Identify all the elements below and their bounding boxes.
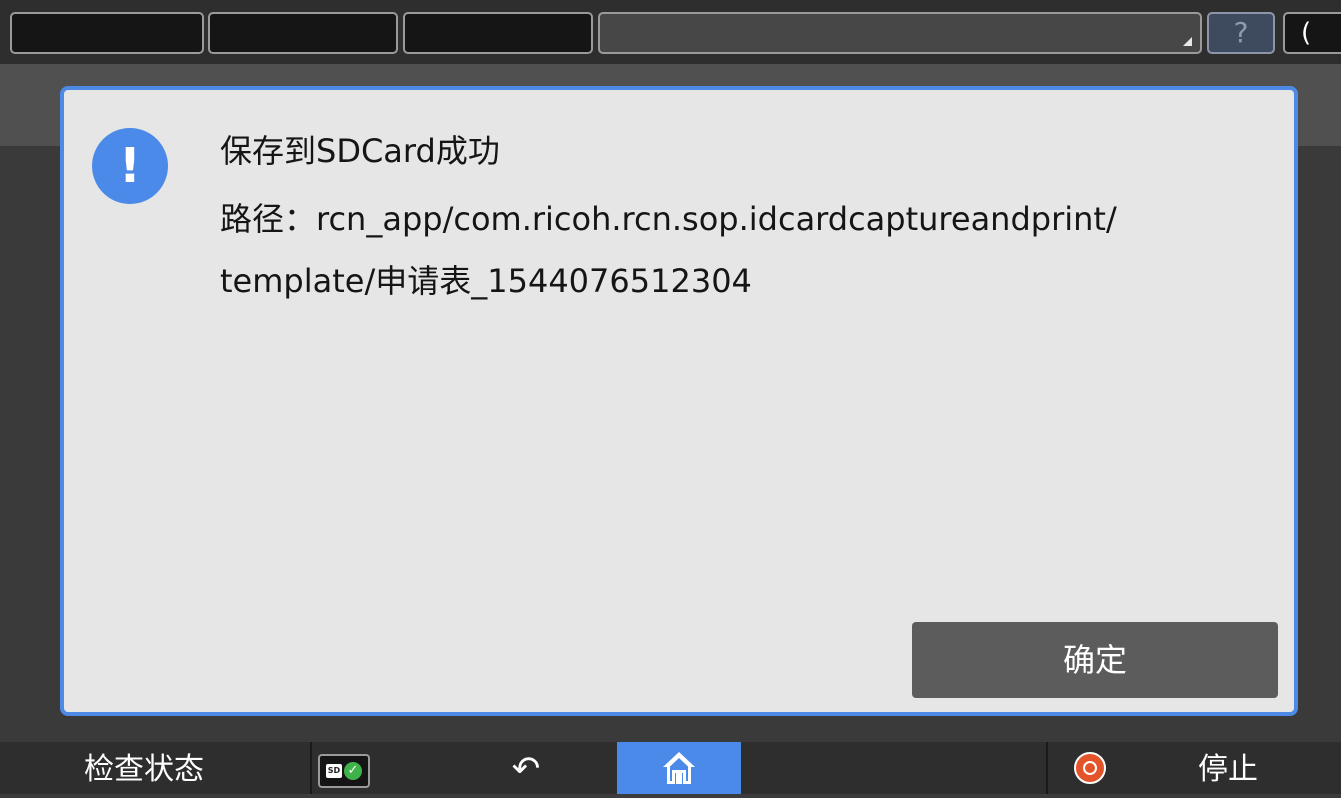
home-button[interactable] [617,742,741,794]
stop-button[interactable]: 停止 [1198,742,1258,794]
dialog-title: 保存到SDCard成功 [220,132,500,170]
back-arrow-icon: ↶ [511,749,541,789]
message-area[interactable] [598,12,1202,54]
divider [310,742,312,794]
ok-button[interactable]: 确定 [912,622,1278,698]
check-icon: ✓ [344,762,362,780]
back-button[interactable]: ↶ [496,742,556,794]
dialog-path-line-2: template/申请表_1544076512304 [220,262,752,300]
status-slot-3[interactable] [403,12,593,54]
check-status-button[interactable]: 检查状态 [84,742,204,794]
bottom-bar: 检查状态 SD ✓ ↶ 停止 [0,742,1341,794]
energy-saver-button[interactable]: ( [1283,12,1341,54]
divider [1046,742,1048,794]
sd-card-status-button[interactable]: SD ✓ [318,754,370,788]
status-slot-2[interactable] [208,12,398,54]
sd-card-icon: SD [326,764,342,778]
home-icon [663,752,695,784]
help-button[interactable]: ? [1207,12,1275,54]
save-success-dialog: ! 保存到SDCard成功 路径：rcn_app/com.ricoh.rcn.s… [60,86,1298,716]
expand-corner-icon [1183,37,1192,46]
dialog-path-line-1: 路径：rcn_app/com.ricoh.rcn.sop.idcardcaptu… [220,200,1117,238]
status-slot-1[interactable] [10,12,204,54]
top-status-bar: ? ( [0,0,1341,64]
help-icon: ? [1233,16,1249,49]
moon-icon: ( [1301,18,1312,48]
stop-icon[interactable] [1074,752,1106,784]
alert-info-icon: ! [92,128,168,204]
